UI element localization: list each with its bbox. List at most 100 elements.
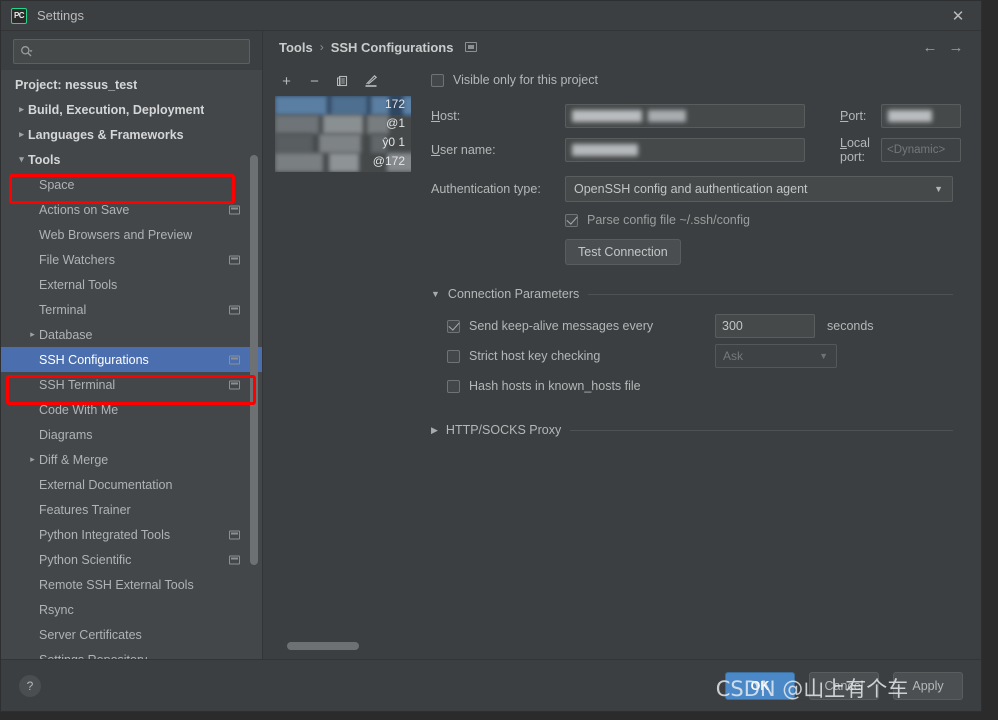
sidebar-item-label: Project: nessus_test [15, 77, 138, 92]
sidebar-item-terminal[interactable]: Terminal [1, 297, 262, 322]
chevron-down-icon: ▼ [431, 289, 440, 299]
breadcrumb-parent[interactable]: Tools [279, 40, 313, 55]
cancel-button[interactable]: Cancel [809, 671, 879, 700]
sidebar-item-ssh-terminal[interactable]: SSH Terminal [1, 372, 262, 397]
sidebar-item-label: External Tools [39, 277, 118, 292]
parse-config-row[interactable]: Parse config file ~/.ssh/config [565, 209, 953, 231]
edit-config-pencil-icon[interactable] [363, 74, 378, 89]
chevron-right-icon[interactable]: ▸ [15, 129, 28, 140]
username-input[interactable] [565, 138, 805, 162]
project-scope-badge-icon [229, 380, 240, 389]
sidebar-item-remote-ssh-external-tools[interactable]: Remote SSH External Tools [1, 572, 262, 597]
config-list-hscroll-thumb[interactable] [287, 642, 359, 650]
port-input[interactable] [881, 104, 961, 128]
hash-hosts-row[interactable]: Hash hosts in known_hosts file [447, 371, 953, 401]
search-box[interactable] [13, 39, 250, 64]
sidebar-item-label: Remote SSH External Tools [39, 577, 194, 592]
visible-only-row[interactable]: Visible only for this project [431, 69, 953, 91]
strict-host-left[interactable]: Strict host key checking [447, 349, 715, 363]
breadcrumb-current: SSH Configurations [330, 39, 454, 55]
sidebar-item-space[interactable]: Space [1, 172, 262, 197]
sidebar-item-file-watchers[interactable]: File Watchers [1, 247, 262, 272]
sidebar-item-diagrams[interactable]: Diagrams [1, 422, 262, 447]
keepalive-checkbox[interactable] [447, 319, 460, 333]
parse-config-checkbox[interactable] [565, 213, 578, 227]
remove-config-icon[interactable]: − [307, 73, 322, 90]
ssh-config-list-item[interactable]: ŷ0 1 [275, 134, 411, 153]
add-config-icon[interactable]: + [279, 73, 294, 90]
sidebar-item-tools[interactable]: ▾ Tools [1, 147, 262, 172]
ok-button[interactable]: OK [725, 671, 795, 700]
sidebar-item-python-scientific[interactable]: Python Scientific [1, 547, 262, 572]
redacted-block [275, 115, 319, 134]
copy-config-icon[interactable] [335, 74, 350, 89]
apply-button[interactable]: Apply [893, 671, 963, 700]
window-title: Settings [37, 8, 84, 23]
redacted-block [319, 134, 361, 153]
ssh-config-list[interactable]: 172 @1 ŷ0 1 @172 [275, 96, 411, 172]
sidebar-item-languages-frameworks[interactable]: ▸ Languages & Frameworks [1, 122, 262, 147]
seconds-label: seconds [827, 319, 874, 333]
pycharm-logo-icon: PC [11, 7, 27, 24]
nav-back-icon[interactable]: ← [917, 34, 943, 60]
chevron-right-icon[interactable]: ▸ [26, 454, 39, 465]
title-bar: PC Settings ✕ [1, 1, 981, 31]
visible-only-checkbox[interactable] [431, 73, 444, 87]
sidebar-item-rsync[interactable]: Rsync [1, 597, 262, 622]
test-connection-button[interactable]: Test Connection [565, 239, 681, 265]
sidebar-item-actions-on-save[interactable]: Actions on Save [1, 197, 262, 222]
local-port-input[interactable]: <Dynamic> [881, 138, 961, 162]
sidebar-scrollbar[interactable] [250, 155, 258, 565]
config-list-hscroll[interactable] [275, 637, 411, 659]
chevron-down-icon[interactable]: ▾ [15, 154, 28, 165]
close-icon[interactable]: ✕ [941, 2, 975, 30]
sidebar-item-server-certificates[interactable]: Server Certificates [1, 622, 262, 647]
sidebar-item-build-execution-deployment[interactable]: ▸ Build, Execution, Deployment [1, 97, 262, 122]
sidebar-item-external-documentation[interactable]: External Documentation [1, 472, 262, 497]
sidebar-item-project-nessus-test[interactable]: Project: nessus_test [1, 72, 262, 97]
strict-host-checkbox[interactable] [447, 349, 460, 363]
sidebar-item-code-with-me[interactable]: Code With Me [1, 397, 262, 422]
ssh-config-list-item-label: 172 [384, 97, 405, 111]
search-icon [20, 45, 33, 58]
sidebar-item-ssh-configurations[interactable]: SSH Configurations [1, 347, 262, 372]
project-scope-badge-icon [229, 555, 240, 564]
sidebar-item-label: Web Browsers and Preview [39, 227, 193, 242]
username-row: User name: Local port: <Dynamic> [431, 133, 961, 167]
sidebar-item-diff-merge[interactable]: ▸ Diff & Merge [1, 447, 262, 472]
nav-forward-icon[interactable]: → [943, 34, 969, 60]
sidebar-item-settings-repository[interactable]: Settings Repository [1, 647, 262, 660]
search-input[interactable] [37, 44, 243, 59]
auth-type-select[interactable]: OpenSSH config and authentication agent … [565, 176, 953, 202]
redacted-block [275, 96, 327, 115]
ssh-config-list-item[interactable]: 172 [275, 96, 411, 115]
redacted-block [329, 153, 359, 172]
sidebar-item-features-trainer[interactable]: Features Trainer [1, 497, 262, 522]
sidebar-item-label: Server Certificates [39, 627, 142, 642]
sidebar-item-python-integrated-tools[interactable]: Python Integrated Tools [1, 522, 262, 547]
dialog-body: Project: nessus_test ▸ Build, Execution, D… [1, 31, 981, 659]
hash-hosts-left[interactable]: Hash hosts in known_hosts file [447, 379, 715, 393]
hash-hosts-checkbox[interactable] [447, 379, 460, 393]
breadcrumb-separator: › [319, 40, 324, 54]
keepalive-interval-input[interactable]: 300 [715, 314, 815, 338]
ssh-config-list-item[interactable]: @1 [275, 115, 411, 134]
ssh-config-list-item[interactable]: @172 [275, 153, 411, 172]
host-row: Host: Port: [431, 99, 961, 133]
chevron-right-icon[interactable]: ▸ [15, 104, 28, 115]
host-input[interactable] [565, 104, 805, 128]
keepalive-left[interactable]: Send keep-alive messages every [447, 319, 715, 333]
sidebar-item-external-tools[interactable]: External Tools [1, 272, 262, 297]
proxy-section-header[interactable]: ▶ HTTP/SOCKS Proxy [431, 423, 953, 437]
sidebar-item-database[interactable]: ▸ Database [1, 322, 262, 347]
chevron-right-icon[interactable]: ▸ [26, 329, 39, 340]
connection-parameters-section-header[interactable]: ▼ Connection Parameters [431, 287, 953, 301]
keepalive-label: Send keep-alive messages every [469, 319, 654, 333]
visible-only-label: Visible only for this project [453, 73, 598, 87]
sidebar-item-web-browsers-and-preview[interactable]: Web Browsers and Preview [1, 222, 262, 247]
help-icon[interactable]: ? [19, 674, 41, 697]
strict-host-select[interactable]: Ask ▼ [715, 344, 837, 368]
project-scope-badge-icon [229, 205, 240, 214]
config-list-toolbar: + − [275, 69, 411, 93]
sidebar-item-label: Tools [28, 152, 61, 167]
